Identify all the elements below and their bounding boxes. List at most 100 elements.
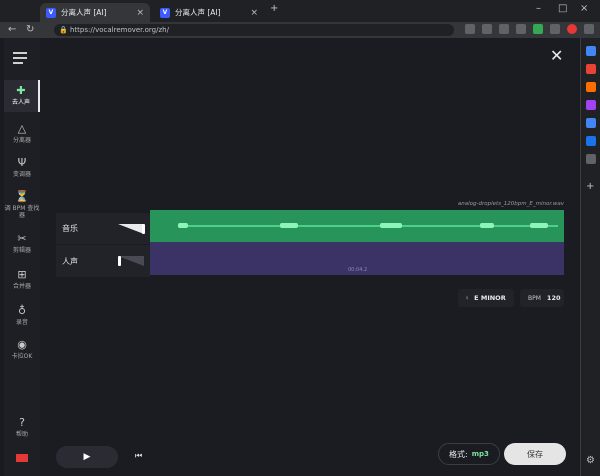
- nav-item-help[interactable]: ? 帮助: [4, 416, 40, 446]
- track-label: 音乐: [62, 224, 78, 233]
- nav-label: 录音: [15, 319, 28, 326]
- nav-item-pitcher[interactable]: Ψ 变调器: [4, 152, 40, 184]
- browser-tabstrip: V 分离人声 [AI] × V 分离人声 [AI] × + – □ ×: [0, 0, 600, 22]
- nav-label: 合并器: [12, 283, 31, 290]
- tuning-fork-icon: Ψ: [17, 156, 27, 169]
- app-window: ✚ 去人声 △ 分离器 Ψ 变调器 ⏳ 调 BPM 查找器 ✂ 剪辑器 ⊞ 合并…: [0, 38, 580, 476]
- reload-icon[interactable]: ↻: [26, 23, 34, 37]
- playhead-time: 00:04.2: [348, 267, 368, 273]
- save-button[interactable]: 保存: [504, 443, 566, 465]
- separator-icon: △: [17, 122, 27, 135]
- transport-bar: ▶ ⏮ 格式: mp3 保存: [40, 438, 580, 476]
- help-icon: ?: [19, 416, 25, 429]
- drop-icon[interactable]: [586, 154, 596, 164]
- nav-item-bpm-finder[interactable]: ⏳ 调 BPM 查找器: [4, 186, 40, 222]
- tab-close-icon[interactable]: ×: [136, 8, 144, 18]
- nav-label: 卡拉OK: [11, 353, 33, 360]
- nav-item-recorder[interactable]: ♁ 录音: [4, 300, 40, 332]
- nav-item-joiner[interactable]: ⊞ 合并器: [4, 264, 40, 296]
- key-indicator: ♮ E MINOR: [458, 289, 514, 307]
- language-flag-icon[interactable]: [16, 454, 28, 462]
- toolbar-extensions: [465, 24, 594, 34]
- volume-knob[interactable]: [118, 256, 121, 266]
- site-favicon-icon: V: [160, 7, 170, 18]
- joiner-icon: ⊞: [17, 268, 27, 281]
- tab-close-icon[interactable]: ×: [250, 8, 258, 18]
- window-close-icon[interactable]: ×: [580, 3, 588, 14]
- favorites-icon[interactable]: [516, 24, 526, 34]
- bpm-label: BPM: [528, 294, 541, 302]
- microphone-icon: ♁: [17, 304, 27, 317]
- waveform-peak: [380, 223, 402, 228]
- tab-vocalremover-2[interactable]: V 分离人声 [AI] ×: [154, 3, 264, 22]
- outlook-icon[interactable]: [586, 136, 596, 146]
- nav-label: 剪辑器: [12, 247, 31, 254]
- waveform-line: [178, 225, 558, 227]
- tools-icon[interactable]: [586, 82, 596, 92]
- new-tab-button[interactable]: +: [270, 3, 278, 14]
- split-screen-icon[interactable]: [499, 24, 509, 34]
- bpm-value: 120: [546, 294, 561, 302]
- translate-icon[interactable]: [465, 24, 475, 34]
- scissors-icon: ✂: [17, 232, 27, 245]
- waveform-peak: [280, 223, 298, 228]
- tab-title: 分离人声 [AI]: [175, 8, 221, 17]
- search-icon[interactable]: [586, 46, 596, 56]
- extension-icon[interactable]: [533, 24, 543, 34]
- side-navigation: ✚ 去人声 △ 分离器 Ψ 变调器 ⏳ 调 BPM 查找器 ✂ 剪辑器 ⊞ 合并…: [4, 38, 40, 476]
- back-icon[interactable]: ←: [8, 23, 16, 37]
- format-value: mp3: [471, 450, 489, 458]
- browser-toolbar: ← ↻ 🔒 https://vocalremover.org/zh/: [0, 22, 600, 38]
- url-text: https://vocalremover.org/zh/: [70, 26, 169, 34]
- add-icon[interactable]: +: [586, 182, 596, 192]
- tab-title: 分离人声 [AI]: [61, 8, 107, 17]
- waveform-peak: [530, 223, 548, 228]
- minimize-icon[interactable]: –: [536, 3, 541, 14]
- waveform-peak: [480, 223, 494, 228]
- nav-item-remove-vocals[interactable]: ✚ 去人声: [4, 80, 40, 112]
- nav-label: 调 BPM 查找器: [4, 205, 40, 219]
- waveform-area[interactable]: 00:04.2: [150, 210, 564, 275]
- profile-icon[interactable]: [567, 24, 577, 34]
- address-bar[interactable]: 🔒 https://vocalremover.org/zh/: [54, 24, 454, 36]
- nav-item-cutter[interactable]: ✂ 剪辑器: [4, 228, 40, 260]
- hamburger-menu-icon[interactable]: [13, 52, 27, 64]
- key-icon: ♮: [466, 294, 469, 302]
- vocal-volume-slider[interactable]: [118, 256, 144, 266]
- waveform-peak: [178, 223, 188, 228]
- office-icon[interactable]: [586, 118, 596, 128]
- track-row-vocal: 人声: [56, 245, 150, 278]
- collections-icon[interactable]: [550, 24, 560, 34]
- site-favicon-icon: V: [46, 7, 56, 18]
- music-waveform[interactable]: [150, 210, 564, 242]
- play-icon: ▶: [83, 452, 91, 462]
- music-volume-slider[interactable]: [118, 224, 145, 234]
- nav-label: 分离器: [12, 137, 31, 144]
- star-icon[interactable]: [482, 24, 492, 34]
- file-name: analog-droplets_120bpm_E_minor.wav: [457, 201, 564, 207]
- play-button[interactable]: ▶: [56, 446, 118, 468]
- more-icon[interactable]: [584, 24, 594, 34]
- close-icon[interactable]: ✕: [550, 46, 563, 65]
- skip-back-button[interactable]: ⏮: [135, 451, 142, 461]
- tab-vocalremover-1[interactable]: V 分离人声 [AI] ×: [40, 3, 150, 22]
- metronome-icon: ⏳: [15, 190, 29, 203]
- shopping-icon[interactable]: [586, 64, 596, 74]
- games-icon[interactable]: [586, 100, 596, 110]
- track-controls: 音乐 人声: [56, 213, 150, 278]
- key-value: E MINOR: [474, 294, 506, 302]
- settings-icon[interactable]: ⚙: [586, 456, 596, 466]
- nav-label: 帮助: [15, 431, 28, 438]
- bpm-indicator: BPM 120: [520, 289, 564, 307]
- track-label: 人声: [62, 256, 78, 266]
- editor-panel: ✕ analog-droplets_120bpm_E_minor.wav 音乐 …: [40, 38, 580, 476]
- vocal-waveform[interactable]: 00:04.2: [150, 242, 564, 275]
- volume-knob[interactable]: [142, 224, 145, 234]
- nav-item-karaoke[interactable]: ◉ 卡拉OK: [4, 334, 40, 366]
- maximize-icon[interactable]: □: [558, 3, 567, 14]
- nav-item-splitter[interactable]: △ 分离器: [4, 118, 40, 150]
- karaoke-icon: ◉: [17, 338, 27, 351]
- nav-label: 去人声: [11, 99, 30, 106]
- track-row-music: 音乐: [56, 213, 150, 245]
- format-selector[interactable]: 格式: mp3: [438, 443, 500, 465]
